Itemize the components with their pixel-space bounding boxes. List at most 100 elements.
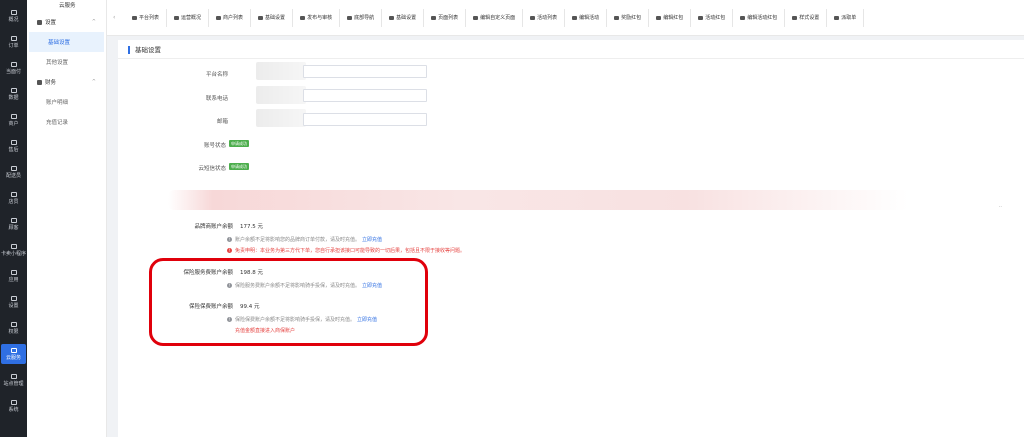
- nav-item[interactable]: 顾客: [0, 214, 27, 234]
- tab[interactable]: 编辑活动: [565, 8, 608, 27]
- brand-balance-label: 品牌商账户余额: [194, 224, 233, 230]
- nav-item[interactable]: 售后: [0, 136, 27, 156]
- nav-item[interactable]: 卡卖小程序: [0, 240, 27, 260]
- nav-item-label: 当面付: [5, 68, 21, 75]
- tab-icon: [132, 15, 137, 20]
- tab[interactable]: 平台列表: [125, 8, 168, 27]
- tab-label: 编辑活动红包: [747, 15, 778, 21]
- tab[interactable]: 派取单: [827, 8, 865, 27]
- nav-item[interactable]: 店员: [0, 188, 27, 208]
- finance-icon: [37, 79, 42, 85]
- courier-icon: [10, 165, 17, 171]
- platform-name-label: 平台名称: [205, 72, 228, 78]
- sub-item-basic-settings[interactable]: 基础设置: [29, 32, 104, 52]
- brand-warning: ! 免责申明：本业务为第三方代下单，您自行承担该接口可能导致的一切后果，包括且不…: [227, 247, 465, 254]
- nav-item[interactable]: 订单: [0, 32, 27, 52]
- nav-item[interactable]: 配送员: [0, 162, 27, 182]
- overview-icon: [10, 9, 17, 15]
- nav-item[interactable]: 数据: [0, 84, 27, 104]
- nav-item[interactable]: 设置: [0, 292, 27, 312]
- payment-icon: [10, 61, 17, 67]
- nav-item[interactable]: 应用: [0, 266, 27, 286]
- sms-status-label: 云短信状态: [198, 166, 226, 172]
- warning-icon: !: [227, 248, 232, 253]
- nav-item-label: 商户: [8, 120, 19, 127]
- hint-text: 账户余额不足将影响您的品牌商订单付款，请及时充值。: [235, 237, 361, 243]
- info-icon: !: [227, 237, 232, 242]
- tab[interactable]: 运营概况: [167, 8, 210, 27]
- nav-item-label: 应用: [8, 276, 19, 283]
- tab[interactable]: 商户列表: [209, 8, 252, 27]
- tab-label: 活动红包: [705, 15, 726, 21]
- nav-item-label: 顾客: [8, 224, 19, 231]
- recharge-link[interactable]: 立即充值: [362, 236, 382, 243]
- settings-icon: [10, 295, 17, 301]
- brand-balance-value: 177.5 元: [240, 224, 263, 230]
- chevron-up-icon: ^: [91, 19, 96, 25]
- nav-item[interactable]: 云服务: [1, 344, 26, 364]
- cloud-icon: [10, 347, 17, 353]
- nav-item[interactable]: 当面付: [0, 58, 27, 78]
- customer-icon: [10, 217, 17, 223]
- scroll-left-icon[interactable]: ‹: [113, 14, 121, 21]
- tab-icon: [834, 15, 840, 20]
- tab[interactable]: 活动列表: [523, 8, 566, 27]
- sub-item-account-detail[interactable]: 账户明细: [27, 92, 106, 112]
- tab-icon: [300, 15, 306, 20]
- redacted-value: [256, 86, 306, 104]
- nav-item-label: 售后: [8, 146, 19, 153]
- tab-icon: [389, 15, 395, 20]
- sub-group-settings[interactable]: 设置 ^: [27, 12, 106, 32]
- sub-item-other-settings[interactable]: 其他设置: [27, 52, 106, 72]
- warning-text: 免责申明：本业务为第三方代下单，您自行承担该接口可能导致的一切后果，包括且不限于…: [235, 248, 466, 254]
- nav-item[interactable]: 商户: [0, 110, 27, 130]
- tab[interactable]: 活动红包: [691, 8, 734, 27]
- tab-label: 运营概况: [181, 15, 202, 21]
- brand-balance-hint: ! 账户余额不足将影响您的品牌商订单付款，请及时充值。 立即充值: [227, 236, 382, 243]
- headset-icon: [10, 139, 17, 145]
- platform-name-input[interactable]: [303, 65, 427, 78]
- nav-item-label: 概况: [8, 16, 19, 23]
- tab-icon: [473, 15, 479, 20]
- nav-item[interactable]: 系统: [0, 396, 27, 416]
- sub-item-recharge-records[interactable]: 充值记录: [27, 112, 106, 132]
- status-badge: 申请成功: [229, 140, 249, 147]
- nav-item-label: 配送员: [5, 172, 21, 179]
- tab-icon: [656, 15, 662, 20]
- nav-item[interactable]: 概况: [0, 6, 27, 26]
- phone-label: 联系电话: [205, 96, 228, 102]
- tab[interactable]: 基础设置: [382, 8, 425, 27]
- sub-sidebar: 云服务 设置 ^ 基础设置 其他设置 财务 ^ 账户明细 充值记录: [27, 0, 107, 437]
- sub-group-label: 财务: [45, 80, 57, 86]
- clerk-icon: [10, 191, 17, 197]
- nav-item-label: 云服务: [5, 354, 21, 361]
- tab-label: 基础设置: [265, 15, 286, 21]
- email-input[interactable]: [303, 113, 427, 126]
- chevron-up-icon: ^: [91, 79, 96, 85]
- tab[interactable]: 页面列表: [424, 8, 467, 27]
- more-icon: ..: [998, 203, 1002, 209]
- nav-item[interactable]: 权限: [0, 318, 27, 338]
- tab[interactable]: 奖励红包: [607, 8, 650, 27]
- tab[interactable]: 编辑活动红包: [733, 8, 786, 27]
- tab-label: 商户列表: [223, 15, 244, 21]
- tab[interactable]: 发布与审核: [293, 8, 341, 27]
- redacted-value: [256, 62, 306, 80]
- tab-icon: [347, 15, 353, 20]
- redacted-value: [256, 109, 306, 127]
- tab-label: 派取单: [841, 15, 857, 21]
- phone-input[interactable]: [303, 89, 427, 102]
- sub-group-finance[interactable]: 财务 ^: [27, 72, 106, 92]
- tab-label: 底部导航: [354, 15, 375, 21]
- tab[interactable]: 编辑自定义页面: [466, 8, 524, 27]
- tab[interactable]: 底部导航: [340, 8, 383, 27]
- nav-item[interactable]: 站点管理: [0, 370, 27, 390]
- tab[interactable]: 基础设置: [251, 8, 294, 27]
- redacted-banner: [168, 190, 908, 210]
- apps-icon: [10, 269, 17, 275]
- divider: [118, 58, 1024, 59]
- tab[interactable]: 样式设置: [785, 8, 828, 27]
- system-icon: [10, 399, 17, 405]
- tab[interactable]: 编辑红包: [649, 8, 692, 27]
- merchant-icon: [10, 113, 17, 119]
